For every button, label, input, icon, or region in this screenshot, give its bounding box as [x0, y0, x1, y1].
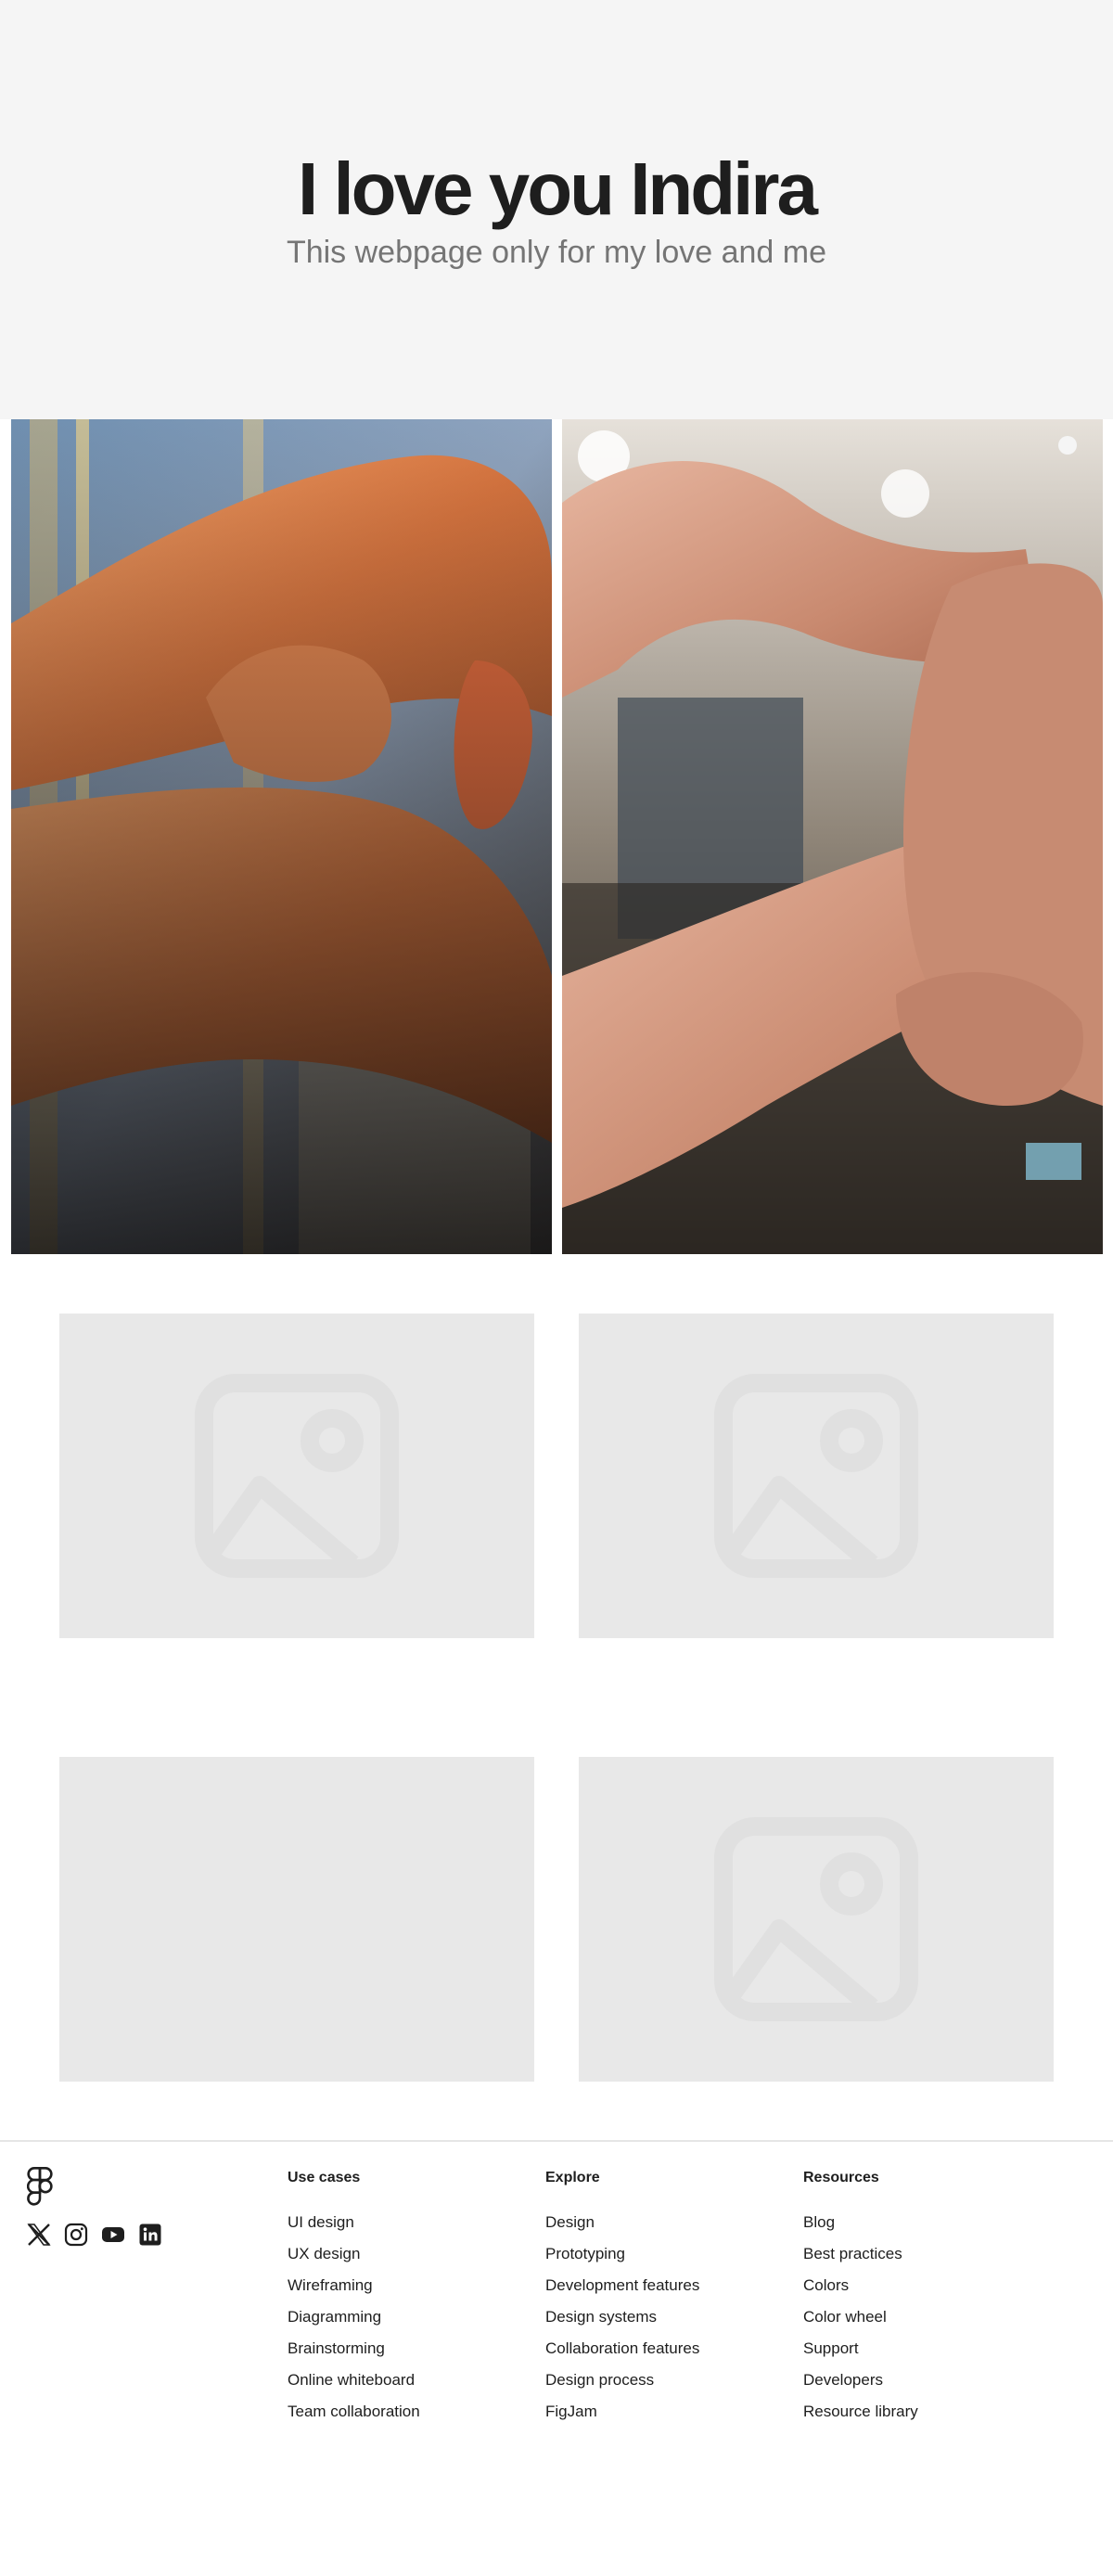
footer-link[interactable]: Prototyping [545, 2245, 625, 2262]
footer-link[interactable]: Team collaboration [288, 2403, 420, 2420]
footer-column-resources: Resources Blog Best practices Colors Col… [803, 2169, 1044, 2434]
footer-link[interactable]: Wireframing [288, 2276, 373, 2294]
image-placeholder [579, 1757, 1054, 2082]
footer-link[interactable]: Design systems [545, 2308, 657, 2326]
image-placeholder [579, 1314, 1054, 1638]
x-icon[interactable] [27, 2223, 51, 2247]
photo-hands-left [11, 419, 552, 1254]
footer-link[interactable]: FigJam [545, 2403, 597, 2420]
footer-link[interactable]: Colors [803, 2276, 849, 2294]
footer-link[interactable]: Diagramming [288, 2308, 381, 2326]
footer-link[interactable]: Developers [803, 2371, 883, 2389]
image-placeholder-icon [714, 1374, 918, 1578]
image-placeholder [59, 1314, 534, 1638]
footer-link[interactable]: Development features [545, 2276, 699, 2294]
instagram-icon[interactable] [64, 2223, 88, 2247]
footer-link[interactable]: UI design [288, 2213, 354, 2231]
image-placeholder-icon [714, 1817, 918, 2021]
hero-subtitle: This webpage only for my love and me [286, 235, 827, 270]
footer-link[interactable]: Color wheel [803, 2308, 887, 2326]
footer-heading: Use cases [288, 2170, 361, 2185]
footer-column-use-cases: Use cases UI design UX design Wireframin… [288, 2169, 529, 2434]
footer-link[interactable]: Blog [803, 2213, 835, 2231]
footer-link[interactable]: Best practices [803, 2245, 902, 2262]
footer-heading: Explore [545, 2170, 600, 2185]
footer-heading: Resources [803, 2170, 879, 2185]
linkedin-icon[interactable] [138, 2223, 162, 2247]
image-placeholder-icon [195, 1374, 399, 1578]
hero-section: I love you Indira This webpage only for … [0, 0, 1113, 419]
footer-link[interactable]: Design [545, 2213, 595, 2231]
footer-link[interactable]: UX design [288, 2245, 360, 2262]
photo-hands-right [562, 419, 1103, 1254]
footer-link[interactable]: Online whiteboard [288, 2371, 415, 2389]
youtube-icon[interactable] [101, 2223, 125, 2247]
hero-title: I love you Indira [297, 147, 818, 230]
footer-divider [0, 2140, 1113, 2142]
footer-link[interactable]: Design process [545, 2371, 654, 2389]
footer-column-explore: Explore Design Prototyping Development f… [545, 2169, 787, 2434]
footer-link[interactable]: Collaboration features [545, 2339, 699, 2357]
footer-link[interactable]: Support [803, 2339, 859, 2357]
social-links [27, 2223, 162, 2247]
image-placeholder [59, 1757, 534, 2082]
footer-link[interactable]: Resource library [803, 2403, 918, 2420]
footer-link[interactable]: Brainstorming [288, 2339, 385, 2357]
figma-logo-icon[interactable] [26, 2167, 53, 2206]
